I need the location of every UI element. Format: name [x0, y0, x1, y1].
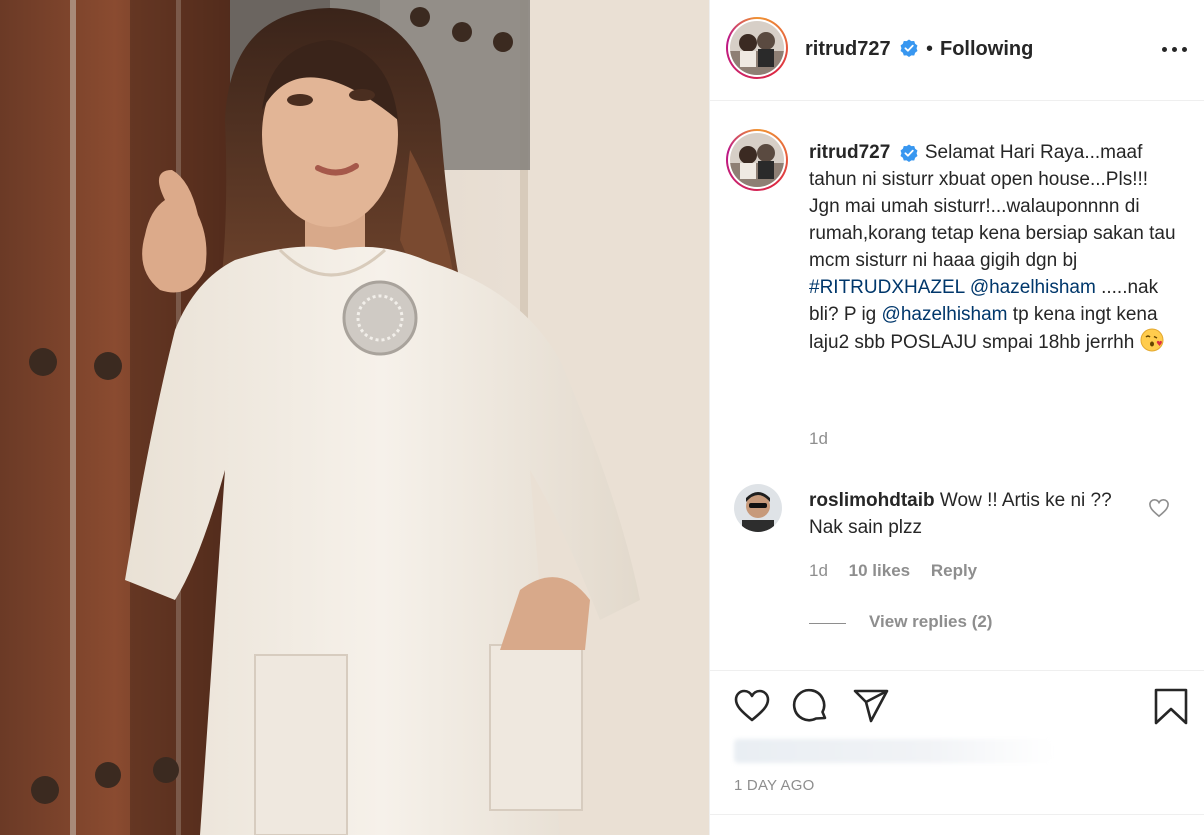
avatar-image: [730, 133, 784, 187]
verified-badge-icon: [900, 39, 918, 57]
post-side-panel: ritrud727 • Following ritrud727 Selamat …: [709, 0, 1204, 835]
post-date[interactable]: 1 DAY AGO: [734, 777, 814, 794]
mention-link[interactable]: @hazelhisham: [882, 304, 1008, 325]
post-header: ritrud727 • Following: [710, 0, 1204, 101]
verified-badge-icon: [900, 144, 918, 162]
avatar-image: [730, 21, 784, 75]
header-separator: •: [926, 38, 934, 60]
post-photo[interactable]: [0, 0, 709, 835]
mention-link[interactable]: @hazelhisham: [970, 277, 1096, 298]
replies-divider-line: [809, 623, 846, 624]
caption-username[interactable]: ritrud727: [809, 142, 890, 163]
save-button[interactable]: [1153, 688, 1189, 725]
heart-icon: [734, 689, 770, 722]
bottom-divider: [710, 814, 1204, 815]
comment-bubble-icon: [792, 688, 827, 722]
comment-item: roslimohdtaib Wow !! Artis ke ni ?? Nak …: [710, 480, 1204, 660]
comment-like-heart-icon[interactable]: [1148, 498, 1170, 518]
comment-text: roslimohdtaib Wow !! Artis ke ni ?? Nak …: [809, 487, 1129, 541]
caption-block: ritrud727 Selamat Hari Raya...maaf tahun…: [710, 101, 1204, 461]
share-button[interactable]: [852, 688, 890, 724]
view-replies-button[interactable]: View replies (2): [869, 612, 992, 632]
hashtag-link[interactable]: #RITRUDXHAZEL: [809, 277, 965, 298]
profile-avatar[interactable]: [726, 17, 788, 79]
bookmark-icon: [1154, 688, 1188, 725]
comment-button[interactable]: [792, 688, 830, 724]
following-button[interactable]: Following: [940, 38, 1033, 61]
comment-likes[interactable]: 10 likes: [849, 561, 910, 580]
actions-divider: [710, 670, 1204, 671]
caption-time[interactable]: 1d: [809, 429, 828, 449]
like-button[interactable]: [733, 688, 771, 724]
liked-by-blurred: [734, 739, 1054, 763]
comment-time[interactable]: 1d: [809, 561, 828, 580]
paper-plane-icon: [853, 689, 889, 723]
comment-username[interactable]: roslimohdtaib: [809, 490, 935, 511]
face-blowing-kiss-icon: [1140, 328, 1164, 352]
header-username[interactable]: ritrud727: [805, 38, 891, 61]
comment-meta: 1d 10 likes Reply: [809, 561, 993, 581]
caption-text: ritrud727 Selamat Hari Raya...maaf tahun…: [809, 139, 1179, 356]
avatar-image: [734, 484, 782, 532]
reply-button[interactable]: Reply: [931, 561, 977, 580]
caption-avatar[interactable]: [726, 129, 788, 191]
post-image: [0, 0, 709, 835]
comment-avatar[interactable]: [734, 484, 782, 532]
more-options-icon[interactable]: [1160, 36, 1190, 64]
